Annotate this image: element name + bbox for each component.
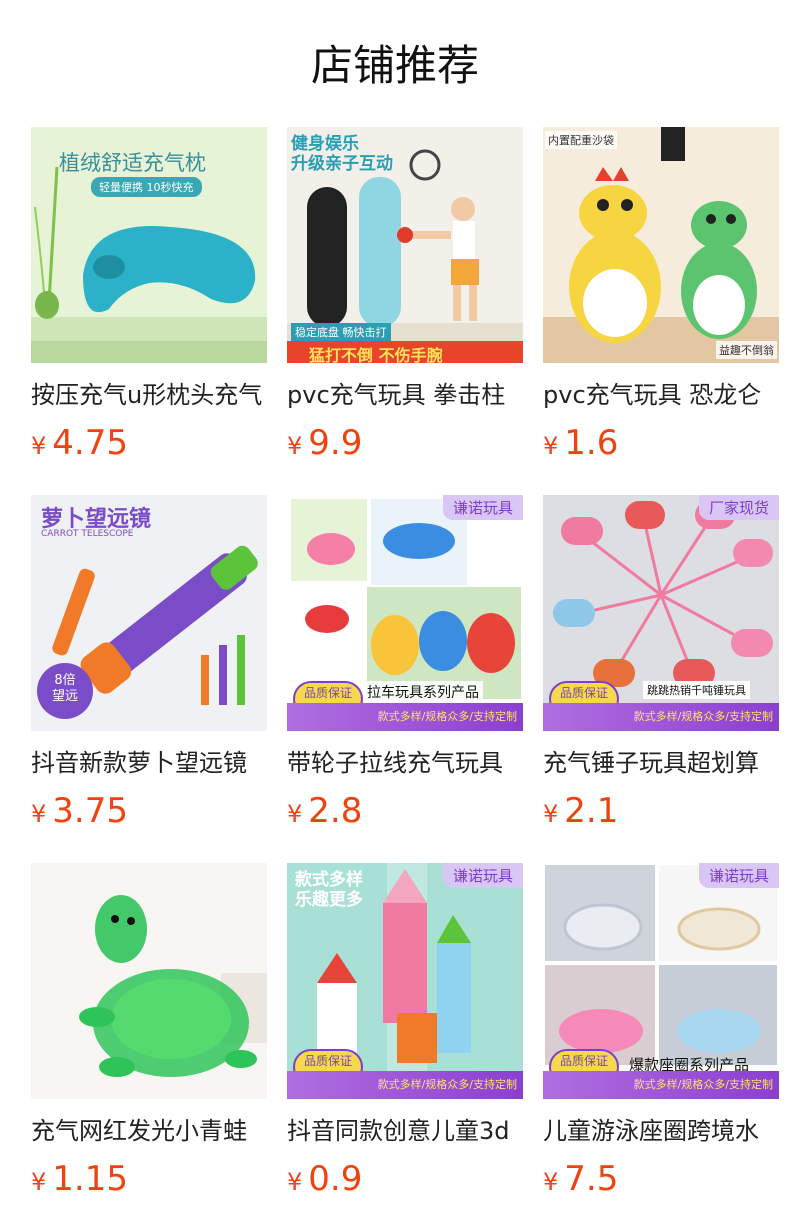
page-title: 店铺推荐 bbox=[310, 41, 479, 90]
currency-symbol: ¥ bbox=[31, 1168, 47, 1196]
product-image[interactable]: 厂家现货 跳跳热销千吨锤玩具 品质保证 款式多样/规格众多/支持定制 bbox=[543, 495, 779, 731]
inflatable-turtle-illustration bbox=[31, 863, 267, 1099]
series-label: 跳跳热销千吨锤玩具 bbox=[643, 681, 750, 699]
product-name[interactable]: pvc充气玩具 恐龙仑 bbox=[543, 377, 779, 413]
promo-strip: 款式多样/规格众多/支持定制 bbox=[543, 703, 779, 731]
image-bottom-label: 益趣不倒翁 bbox=[716, 341, 777, 359]
product-price: ¥2.1 bbox=[543, 787, 779, 835]
image-headline-2: 升级亲子互动 bbox=[291, 154, 393, 174]
price-amount: 1.15 bbox=[52, 1159, 128, 1199]
product-card[interactable]: 款式多样 乐趣更多 谦诺玩具 品质保证 款式多样/规格众多/支持定制 抖音同款创… bbox=[287, 863, 523, 1231]
product-card[interactable]: 植绒舒适充气枕 轻量便携 10秒快充 按压充气u形枕头充气 ¥4.75 bbox=[31, 127, 267, 495]
product-name[interactable]: pvc充气玩具 拳击柱 bbox=[287, 377, 523, 413]
promo-strip: 款式多样/规格众多/支持定制 bbox=[287, 703, 523, 731]
product-image[interactable]: 健身娱乐 升级亲子互动 稳定底盘 畅快击打 猛打不倒 不伤手腕 bbox=[287, 127, 523, 363]
product-card[interactable]: 内置配重沙袋 益趣不倒翁 pvc充气玩具 恐龙仑 ¥1.6 bbox=[543, 127, 779, 495]
product-name[interactable]: 充气网红发光小青蛙 bbox=[31, 1113, 267, 1149]
product-name[interactable]: 儿童游泳座圈跨境水 bbox=[543, 1113, 779, 1149]
price-amount: 2.1 bbox=[564, 791, 619, 831]
currency-symbol: ¥ bbox=[31, 432, 47, 460]
image-headline: 植绒舒适充气枕 bbox=[59, 151, 206, 175]
price-amount: 1.6 bbox=[564, 423, 619, 463]
product-name[interactable]: 抖音同款创意儿童3d bbox=[287, 1113, 523, 1149]
product-price: ¥7.5 bbox=[543, 1155, 779, 1203]
image-headline-2: 乐趣更多 bbox=[295, 890, 363, 910]
product-price: ¥1.6 bbox=[543, 419, 779, 467]
image-bottom-slogan: 猛打不倒 不伤手腕 bbox=[309, 346, 443, 363]
brand-tag: 谦诺玩具 bbox=[442, 863, 523, 888]
product-image[interactable]: 植绒舒适充气枕 轻量便携 10秒快充 bbox=[31, 127, 267, 363]
promo-strip: 款式多样/规格众多/支持定制 bbox=[543, 1071, 779, 1099]
product-card[interactable]: 谦诺玩具 爆款座圈系列产品 品质保证 款式多样/规格众多/支持定制 儿童游泳座圈… bbox=[543, 863, 779, 1231]
product-price: ¥0.9 bbox=[287, 1155, 523, 1203]
currency-symbol: ¥ bbox=[287, 1168, 303, 1196]
stock-tag: 厂家现货 bbox=[698, 495, 779, 520]
product-card[interactable]: 健身娱乐 升级亲子互动 稳定底盘 畅快击打 猛打不倒 不伤手腕 pvc充气玩具 … bbox=[287, 127, 523, 495]
price-amount: 3.75 bbox=[52, 791, 128, 831]
product-name[interactable]: 按压充气u形枕头充气 bbox=[31, 377, 267, 413]
product-card[interactable]: 充气网红发光小青蛙 ¥1.15 bbox=[31, 863, 267, 1231]
product-price: ¥4.75 bbox=[31, 419, 267, 467]
product-name[interactable]: 充气锤子玩具超划算 bbox=[543, 745, 779, 781]
price-amount: 7.5 bbox=[564, 1159, 619, 1199]
product-grid: 植绒舒适充气枕 轻量便携 10秒快充 按压充气u形枕头充气 ¥4.75 健身娱乐… bbox=[31, 127, 779, 1231]
image-subline: CARROT TELESCOPE bbox=[41, 529, 134, 539]
currency-symbol: ¥ bbox=[31, 800, 47, 828]
brand-tag: 谦诺玩具 bbox=[698, 863, 779, 888]
product-image[interactable] bbox=[31, 863, 267, 1099]
price-amount: 0.9 bbox=[308, 1159, 363, 1199]
series-label: 拉车玩具系列产品 bbox=[363, 681, 483, 703]
currency-symbol: ¥ bbox=[543, 1168, 559, 1196]
product-image[interactable]: 萝卜望远镜 CARROT TELESCOPE 8倍 望远 bbox=[31, 495, 267, 731]
price-amount: 4.75 bbox=[52, 423, 128, 463]
price-amount: 9.9 bbox=[308, 423, 363, 463]
product-name[interactable]: 抖音新款萝卜望远镜 bbox=[31, 745, 267, 781]
product-image[interactable]: 谦诺玩具 拉车玩具系列产品 品质保证 款式多样/规格众多/支持定制 bbox=[287, 495, 523, 731]
currency-symbol: ¥ bbox=[543, 800, 559, 828]
promo-strip: 款式多样/规格众多/支持定制 bbox=[287, 1071, 523, 1099]
product-name[interactable]: 带轮子拉线充气玩具 bbox=[287, 745, 523, 781]
product-card[interactable]: 萝卜望远镜 CARROT TELESCOPE 8倍 望远 抖音新款萝卜望远镜 ¥… bbox=[31, 495, 267, 863]
product-price: ¥9.9 bbox=[287, 419, 523, 467]
price-amount: 2.8 bbox=[308, 791, 363, 831]
product-card[interactable]: 谦诺玩具 拉车玩具系列产品 品质保证 款式多样/规格众多/支持定制 带轮子拉线充… bbox=[287, 495, 523, 863]
magnification-badge: 8倍 望远 bbox=[51, 673, 78, 704]
image-top-label: 内置配重沙袋 bbox=[545, 131, 617, 149]
product-price: ¥3.75 bbox=[31, 787, 267, 835]
currency-symbol: ¥ bbox=[543, 432, 559, 460]
product-image[interactable]: 谦诺玩具 爆款座圈系列产品 品质保证 款式多样/规格众多/支持定制 bbox=[543, 863, 779, 1099]
dinosaur-tumbler-illustration bbox=[543, 127, 779, 363]
currency-symbol: ¥ bbox=[287, 432, 303, 460]
product-price: ¥1.15 bbox=[31, 1155, 267, 1203]
product-price: ¥2.8 bbox=[287, 787, 523, 835]
shop-recommend-page: 店铺推荐 植绒舒适充气枕 轻量便携 10秒快充 按压充气u形枕头充气 ¥ 4.7… bbox=[0, 0, 790, 1232]
product-image[interactable]: 款式多样 乐趣更多 谦诺玩具 品质保证 款式多样/规格众多/支持定制 bbox=[287, 863, 523, 1099]
product-image[interactable]: 内置配重沙袋 益趣不倒翁 bbox=[543, 127, 779, 363]
product-card[interactable]: 厂家现货 跳跳热销千吨锤玩具 品质保证 款式多样/规格众多/支持定制 充气锤子玩… bbox=[543, 495, 779, 863]
image-subline: 轻量便携 10秒快充 bbox=[91, 177, 202, 197]
currency-symbol: ¥ bbox=[287, 800, 303, 828]
image-note: 稳定底盘 畅快击打 bbox=[291, 323, 391, 341]
brand-tag: 谦诺玩具 bbox=[442, 495, 523, 520]
